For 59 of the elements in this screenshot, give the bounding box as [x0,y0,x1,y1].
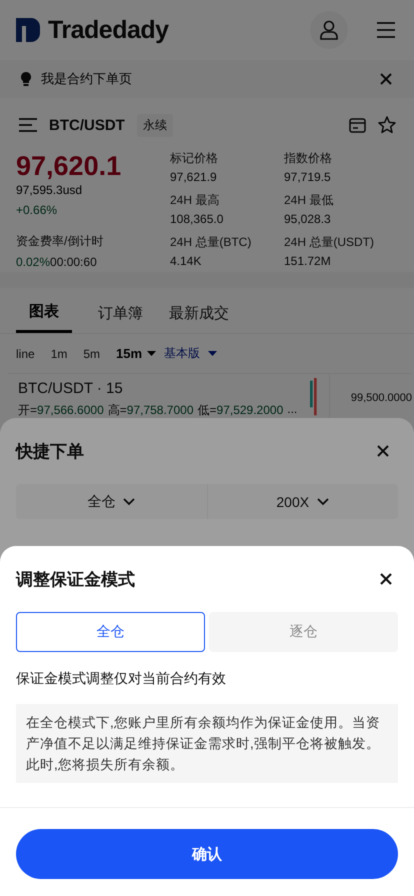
funding-label: 资金费率/倒计时 [16,233,104,250]
interval-dropdown[interactable]: 15m [116,346,156,361]
stat-value: 151.72M [284,254,332,268]
interval-button[interactable]: 1m [50,346,68,360]
price-axis-label: 99,500.0000 [350,392,412,404]
list-icon[interactable] [19,118,37,132]
stat-label: 指数价格 [284,150,333,167]
margin-option[interactable]: 全仓 [16,612,205,652]
caret-icon [147,351,156,356]
pair-name[interactable]: BTC/USDT [49,116,125,134]
tab[interactable]: 订单簿 [98,296,143,333]
stat-value: 97,621.9 [170,170,218,184]
bulb-icon [20,72,32,86]
sheet-title: 快捷下单 [16,440,84,462]
logo-icon[interactable] [16,18,40,42]
funding-rate: 0.02% [16,255,50,269]
menu-icon[interactable] [376,22,396,38]
ohlc-value: 高=97,758.7000 [108,402,194,419]
countdown: 00:00:60 [50,255,97,269]
logo-text[interactable]: Tradedady [48,16,169,44]
stat-value: 95,028.3 [284,212,332,226]
close-icon[interactable] [380,573,392,585]
ohlc-value: 低=97,529.2000 [198,402,284,419]
stat-value: 4.14K [170,254,202,268]
stat-label: 24H 最低 [284,192,334,209]
margin-mode-dropdown[interactable]: 全仓 [16,484,206,519]
sheet-title: 调整保证金模式 [16,568,135,590]
ohlc-value: 开=97,566.6000 [18,402,104,419]
last-price: 97,620.1 [16,150,122,182]
notice-text: 我是合约下单页 [41,70,132,88]
stat-label: 24H 总量(BTC) [170,234,252,251]
user-button[interactable] [310,11,348,49]
star-icon[interactable] [378,116,396,134]
margin-option[interactable]: 逐仓 [209,612,398,652]
card-icon[interactable] [349,118,366,132]
stat-label: 标记价格 [170,150,219,167]
stat-value: 108,365.0 [170,212,224,226]
price-change: +0.66% [16,203,58,217]
confirm-button[interactable]: 确认 [16,829,398,879]
caret-icon [208,351,218,356]
tab[interactable]: 最新成交 [169,296,229,333]
close-icon[interactable] [377,445,389,457]
version-dropdown[interactable]: 基本版 [164,345,218,362]
stat-value: 97,719.5 [284,170,332,184]
interval-button[interactable]: 5m [83,346,100,360]
user-icon [319,20,339,40]
description-text: 在全仓模式下,您账户里所有余额均作为保证金使用。当资产净值不足以满足维持保证金需求时,强制平仓将被触发。此时,您将损失所有余额。 [16,704,398,783]
tab[interactable]: 图表 [16,296,72,333]
leverage-dropdown[interactable]: 200X [206,484,398,519]
usd-price: 97,595.3usd [16,183,84,197]
chevron-icon [317,498,330,506]
contract-tag: 永续 [136,114,173,136]
chart-title: BTC/USDT · 15 [18,380,124,397]
stat-label: 24H 最高 [170,192,220,209]
note-text: 保证金模式调整仅对当前合约有效 [15,670,227,688]
chevron-icon [123,498,136,506]
interval-button[interactable]: line [16,346,35,360]
more-indicator: ... [287,402,298,418]
stat-label: 24H 总量(USDT) [284,234,376,251]
